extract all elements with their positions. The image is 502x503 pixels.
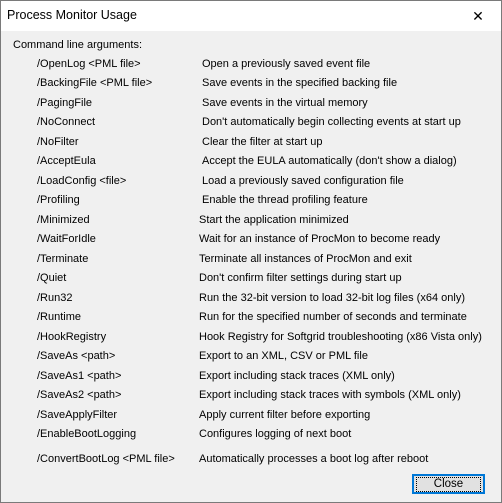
- argument-description: Configures logging of next boot: [199, 428, 352, 440]
- argument-description: Export to an XML, CSV or PML file: [199, 350, 368, 362]
- usage-dialog: Process Monitor Usage ✕ Command line arg…: [0, 0, 502, 503]
- argument-description: Clear the filter at start up: [202, 136, 323, 148]
- argument-name: /PagingFile: [37, 97, 93, 109]
- argument-description: Apply current filter before exporting: [199, 409, 371, 421]
- argument-description: Export including stack traces with symbo…: [199, 389, 461, 401]
- close-icon[interactable]: ✕: [455, 1, 501, 31]
- argument-description: Accept the EULA automatically (don't sho…: [202, 155, 457, 167]
- argument-name: /Terminate: [37, 253, 89, 265]
- close-button[interactable]: Close: [412, 474, 485, 494]
- argument-name: /SaveApplyFilter: [37, 409, 118, 421]
- argument-row: /HookRegistry Hook Registry for Softgrid …: [1, 331, 501, 347]
- argument-description: Wait for an instance of ProcMon to becom…: [199, 233, 441, 245]
- argument-description: Enable the thread profiling feature: [202, 194, 368, 206]
- argument-name: /BackingFile <PML file>: [37, 77, 153, 89]
- argument-name: /WaitForIdle: [37, 233, 96, 245]
- argument-row: /PagingFile Save events in the virtual me…: [1, 97, 501, 113]
- argument-row: /SaveAs1 <path> Export including stack tr…: [1, 370, 501, 386]
- argument-name: /OpenLog <PML file>: [37, 58, 141, 70]
- argument-row: /EnableBootLogging Configures logging of …: [1, 428, 501, 444]
- argument-name: /Profiling: [37, 194, 80, 206]
- argument-name: /Quiet: [37, 272, 67, 284]
- argument-row: /ConvertBootLog <PML file> Automatically …: [1, 453, 501, 469]
- argument-description: Don't confirm filter settings during sta…: [199, 272, 402, 284]
- argument-name: /ConvertBootLog <PML file>: [37, 453, 175, 465]
- argument-name: /NoFilter: [37, 136, 79, 148]
- argument-description: Terminate all instances of ProcMon and e…: [199, 253, 412, 265]
- argument-description: Don't automatically begin collecting eve…: [202, 116, 461, 128]
- argument-description: Hook Registry for Softgrid troubleshooti…: [199, 331, 482, 343]
- argument-row: /Run32 Run the 32-bit version to load 32-…: [1, 292, 501, 308]
- argument-name: /NoConnect: [37, 116, 96, 128]
- argument-row: /NoConnect Don't automatically begin coll…: [1, 116, 501, 132]
- argument-name: /SaveAs1 <path>: [37, 370, 122, 382]
- argument-name: /Runtime: [37, 311, 82, 323]
- argument-row: /Quiet Don't confirm filter settings duri…: [1, 272, 501, 288]
- window-title: Process Monitor Usage: [7, 8, 137, 22]
- argument-row: /OpenLog <PML file> Open a previously sav…: [1, 58, 501, 74]
- title-bar[interactable]: Process Monitor Usage ✕: [1, 1, 501, 31]
- argument-row: /AcceptEula Accept the EULA automatically…: [1, 155, 501, 171]
- argument-name: /HookRegistry: [37, 331, 107, 343]
- argument-name: /LoadConfig <file>: [37, 175, 127, 187]
- argument-row: /Minimized Start the application minimize…: [1, 214, 501, 230]
- argument-description: Save events in the virtual memory: [202, 97, 368, 109]
- argument-name: /Run32: [37, 292, 73, 304]
- argument-name: /EnableBootLogging: [37, 428, 137, 440]
- argument-name: /SaveAs2 <path>: [37, 389, 122, 401]
- argument-row: /Profiling Enable the thread profiling fe…: [1, 194, 501, 210]
- argument-row: /NoFilter Clear the filter at start up: [1, 136, 501, 152]
- argument-row: /SaveAs2 <path> Export including stack tr…: [1, 389, 501, 405]
- argument-row: /SaveApplyFilter Apply current filter bef…: [1, 409, 501, 425]
- argument-row: /SaveAs <path> Export to an XML, CSV or P…: [1, 350, 501, 366]
- argument-description: Save events in the specified backing fil…: [202, 77, 398, 89]
- argument-description: Automatically processes a boot log after…: [199, 453, 429, 465]
- argument-description: Export including stack traces (XML only): [199, 370, 395, 382]
- argument-name: /AcceptEula: [37, 155, 96, 167]
- argument-description: Open a previously saved event file: [202, 58, 371, 70]
- argument-description: Start the application minimized: [199, 214, 349, 226]
- argument-name: /Minimized: [37, 214, 90, 226]
- argument-description: Run for the specified number of seconds …: [199, 311, 467, 323]
- argument-description: Load a previously saved configuration fi…: [202, 175, 404, 187]
- argument-name: /SaveAs <path>: [37, 350, 116, 362]
- argument-row: /Runtime Run for the specified number of …: [1, 311, 501, 327]
- close-button-label: Close: [415, 476, 482, 492]
- arguments-heading: Command line arguments:: [13, 39, 143, 51]
- argument-row: /Terminate Terminate all instances of Pro…: [1, 253, 501, 269]
- argument-row: /WaitForIdle Wait for an instance of Proc…: [1, 233, 501, 249]
- argument-row: /BackingFile <PML file> Save events in th…: [1, 77, 501, 93]
- argument-description: Run the 32-bit version to load 32-bit lo…: [199, 292, 465, 304]
- argument-row: /LoadConfig <file> Load a previously save…: [1, 175, 501, 191]
